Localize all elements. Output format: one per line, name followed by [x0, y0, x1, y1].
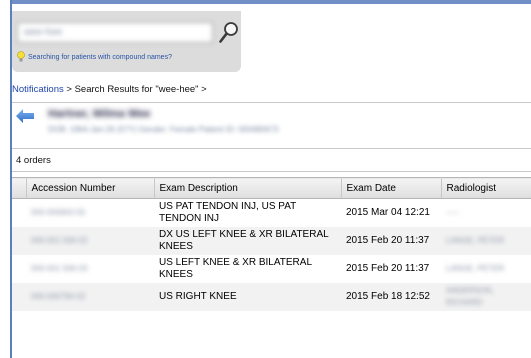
- app-frame: Searching for patients with compound nam…: [0, 0, 531, 358]
- accession-cell: 000-001 506-02: [26, 227, 154, 255]
- orders-divider: [12, 171, 531, 172]
- back-arrow-icon[interactable]: [16, 109, 34, 123]
- row-selector-header: [12, 177, 27, 199]
- table-row[interactable]: 000-001 506-02 DX US LEFT KNEE & XR BILA…: [12, 227, 531, 255]
- row-selector: [12, 283, 26, 311]
- orders-count: 4 orders: [16, 155, 51, 166]
- breadcrumb-current: Search Results for "wee-hee": [74, 84, 199, 95]
- column-header-radiologist[interactable]: Radiologist: [441, 177, 531, 199]
- row-selector: [12, 255, 26, 283]
- breadcrumb-separator: >: [63, 84, 75, 95]
- radiologist-cell: ANDERSON, RICHARD: [441, 283, 531, 311]
- patient-details: DOB: 1964-Jan-26 (57Y) Gender: Female Pa…: [48, 125, 279, 134]
- patient-search-panel: Searching for patients with compound nam…: [12, 11, 241, 72]
- breadcrumb: Notifications > Search Results for "wee-…: [12, 84, 207, 95]
- description-cell: US PAT TENDON INJ, US PAT TENDON INJ: [154, 198, 341, 227]
- column-header-accession[interactable]: Accession Number: [26, 177, 155, 199]
- description-cell: US LEFT KNEE & XR BILATERAL KNEES: [154, 255, 341, 283]
- radiologist-cell: LANGE, PETER: [441, 227, 531, 255]
- table-row[interactable]: 000-000794-02 US RIGHT KNEE 2015 Feb 18 …: [12, 283, 531, 311]
- compound-name-hint: Searching for patients with compound nam…: [17, 51, 172, 63]
- date-cell: 2015 Feb 20 11:37: [341, 227, 441, 255]
- accession-cell: 000-000843-55: [26, 198, 154, 227]
- table-row[interactable]: 000-001 506-03 US LEFT KNEE & XR BILATER…: [12, 255, 531, 283]
- date-cell: 2015 Feb 18 12:52: [341, 283, 441, 311]
- lightbulb-icon: [17, 51, 25, 62]
- radiologist-cell: LANGE, PETER: [441, 255, 531, 283]
- accession-cell: 000-001 506-03: [26, 255, 154, 283]
- row-selector: [12, 227, 26, 255]
- row-selector: [12, 198, 26, 227]
- search-icon[interactable]: [218, 21, 240, 45]
- description-cell: DX US LEFT KNEE & XR BILATERAL KNEES: [154, 227, 341, 255]
- date-cell: 2015 Mar 04 12:21: [341, 198, 441, 227]
- table-row[interactable]: 000-000843-55 US PAT TENDON INJ, US PAT …: [12, 198, 531, 227]
- orders-table-header: Accession Number Exam Description Exam D…: [12, 177, 531, 199]
- column-header-date[interactable]: Exam Date: [341, 177, 442, 199]
- top-accent-bar: [11, 0, 531, 4]
- radiologist-cell: -----: [441, 198, 531, 227]
- compound-name-help-link[interactable]: Searching for patients with compound nam…: [28, 54, 172, 61]
- description-cell: US RIGHT KNEE: [154, 283, 341, 311]
- patient-search-input[interactable]: [17, 22, 213, 43]
- date-cell: 2015 Feb 20 11:37: [341, 255, 441, 283]
- breadcrumb-notifications-link[interactable]: Notifications: [12, 84, 64, 95]
- patient-divider: [12, 148, 531, 149]
- column-header-description[interactable]: Exam Description: [154, 177, 342, 199]
- patient-name: Hartner, Wilma Wee: [48, 108, 151, 120]
- patient-header: Hartner, Wilma Wee DOB: 1964-Jan-26 (57Y…: [12, 103, 531, 143]
- breadcrumb-trailing: >: [198, 84, 207, 95]
- accession-cell: 000-000794-02: [26, 283, 154, 311]
- orders-table: Accession Number Exam Description Exam D…: [12, 177, 531, 311]
